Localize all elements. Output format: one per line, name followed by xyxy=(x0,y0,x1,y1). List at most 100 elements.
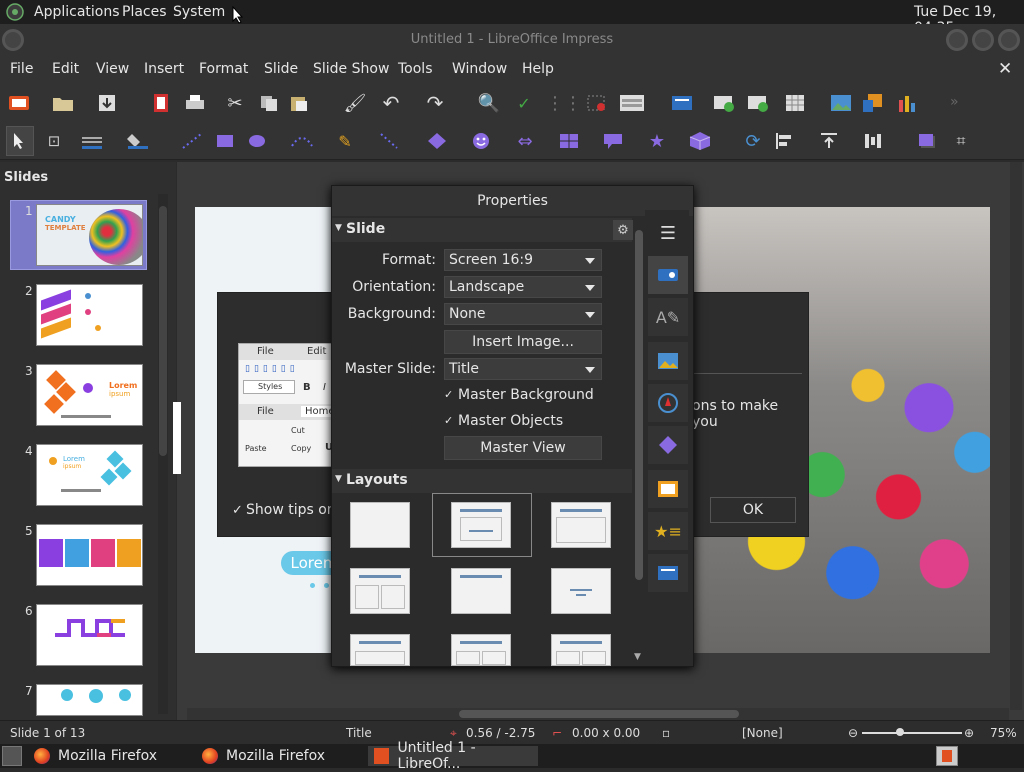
show-desktop-icon[interactable] xyxy=(2,746,22,766)
rectangle-icon[interactable] xyxy=(214,131,236,151)
menu-view[interactable]: View xyxy=(96,61,129,77)
layout-blank[interactable] xyxy=(350,502,410,548)
slide-layout-name[interactable]: Title xyxy=(346,726,372,740)
export-pdf-icon[interactable] xyxy=(150,93,172,113)
taskbar-item-impress-active[interactable]: Untitled 1 - LibreOf... xyxy=(368,740,538,772)
ellipse-icon[interactable] xyxy=(246,131,268,151)
slide-thumbnail[interactable] xyxy=(36,684,143,716)
fill-color-icon[interactable] xyxy=(126,131,152,151)
master-view-button[interactable]: Master View xyxy=(444,436,602,460)
menu-format[interactable]: Format xyxy=(199,61,248,77)
slide-section-settings-icon[interactable]: ⚙ xyxy=(613,220,633,240)
slide-thumbnail[interactable] xyxy=(36,284,143,346)
cut-icon[interactable]: ✂ xyxy=(224,92,246,114)
distro-logo-icon[interactable] xyxy=(5,2,25,22)
taskbar-item-firefox-1[interactable]: Mozilla Firefox xyxy=(34,746,194,766)
media-icon[interactable] xyxy=(862,93,884,113)
arrange-icon[interactable] xyxy=(818,131,840,151)
rotate-icon[interactable]: ⟳ xyxy=(742,131,764,152)
slide-thumbnail[interactable] xyxy=(36,524,143,586)
master-objects-label[interactable]: Master Objects xyxy=(458,413,563,429)
applications-menu[interactable]: Applications xyxy=(34,4,120,20)
slide-thumbnail[interactable]: Lorem ipsum xyxy=(36,444,143,506)
clone-formatting-icon[interactable]: 🖌 xyxy=(344,93,367,114)
curve-icon[interactable] xyxy=(290,131,314,151)
slide-thumbnail[interactable]: CANDY TEMPLATE xyxy=(36,204,143,266)
close-window-button[interactable] xyxy=(998,29,1020,51)
freeform-pen-icon[interactable]: ✎ xyxy=(334,131,356,151)
flowchart-icon[interactable] xyxy=(558,131,580,151)
layout-title-only[interactable] xyxy=(551,502,611,548)
slide-thumbnail[interactable]: Lorem ipsum xyxy=(36,364,143,426)
sidebar-shapes-icon[interactable] xyxy=(648,426,688,464)
chart-icon[interactable] xyxy=(896,93,918,113)
menu-slide[interactable]: Slide xyxy=(264,61,298,77)
print-icon[interactable] xyxy=(184,93,206,113)
vertical-scrollbar[interactable] xyxy=(1010,162,1022,710)
pane-collapse-handle[interactable] xyxy=(173,402,181,474)
start-from-current-slide-icon[interactable] xyxy=(746,93,770,113)
menu-edit[interactable]: Edit xyxy=(52,61,79,77)
zoom-level[interactable]: 75% xyxy=(990,726,1017,740)
line-icon[interactable] xyxy=(180,131,204,151)
places-menu[interactable]: Places xyxy=(122,4,167,20)
align-objects-icon[interactable] xyxy=(774,131,796,151)
basic-shapes-diamond-icon[interactable] xyxy=(426,131,448,151)
menu-file[interactable]: File xyxy=(10,61,33,77)
layouts-section-header[interactable]: ▼ Layouts xyxy=(332,469,632,493)
horizontal-scrollbar[interactable] xyxy=(187,708,1009,720)
select-arrow-icon[interactable] xyxy=(6,126,34,156)
3d-objects-icon[interactable] xyxy=(688,131,712,151)
sidebar-navigator-icon[interactable] xyxy=(648,384,688,422)
layout-title-content-4[interactable] xyxy=(551,634,611,666)
table-icon[interactable] xyxy=(784,93,806,113)
sidebar-master-slides-icon[interactable] xyxy=(648,554,688,592)
spellcheck-icon[interactable]: ✓ xyxy=(512,93,536,113)
insert-image-button[interactable]: Insert Image... xyxy=(444,330,602,354)
show-tips-checkbox[interactable]: ✓ xyxy=(232,503,243,518)
connector-icon[interactable] xyxy=(378,131,400,151)
workspace-switcher-icon[interactable] xyxy=(936,746,958,766)
image-icon[interactable] xyxy=(830,93,852,113)
callout-shapes-icon[interactable] xyxy=(602,131,624,151)
zoom-pan-icon[interactable]: ⊡ xyxy=(44,131,64,151)
slides-scrollbar[interactable] xyxy=(158,194,168,714)
system-menu[interactable]: System xyxy=(173,4,225,20)
master-slide-dropdown[interactable]: Title xyxy=(444,358,602,380)
open-folder-icon[interactable] xyxy=(52,93,74,113)
master-background-checkbox[interactable]: ✓ xyxy=(444,388,453,401)
master-background-label[interactable]: Master Background xyxy=(458,387,594,403)
start-from-first-slide-icon[interactable] xyxy=(712,93,736,113)
shadow-icon[interactable] xyxy=(916,131,938,151)
menu-help[interactable]: Help xyxy=(522,61,554,77)
properties-scrollbar[interactable]: ▼ xyxy=(633,218,645,666)
menu-slide-show[interactable]: Slide Show xyxy=(313,61,389,77)
sidebar-animation-icon[interactable]: ★≡ xyxy=(648,512,688,550)
symbol-shapes-smiley-icon[interactable] xyxy=(470,131,492,151)
maximize-button[interactable] xyxy=(972,29,994,51)
block-arrows-icon[interactable]: ⇔ xyxy=(514,131,536,152)
helplines-icon[interactable] xyxy=(586,93,608,113)
language-status[interactable]: [None] xyxy=(742,726,783,740)
menu-window[interactable]: Window xyxy=(452,61,507,77)
layout-title-content[interactable] xyxy=(451,502,511,548)
properties-titlebar[interactable]: Properties xyxy=(332,186,693,216)
layout-centered-text[interactable] xyxy=(551,568,611,614)
line-color-icon[interactable] xyxy=(80,131,106,151)
document-modified-icon[interactable]: ▫ xyxy=(662,726,670,740)
redo-icon[interactable]: ↷ xyxy=(424,91,446,115)
sidebar-properties-icon[interactable] xyxy=(648,256,688,294)
sidebar-menu-icon[interactable]: ☰ xyxy=(648,214,688,252)
copy-icon[interactable] xyxy=(258,93,280,113)
close-document-icon[interactable]: ✕ xyxy=(998,59,1012,79)
background-dropdown[interactable]: None xyxy=(444,303,602,325)
zoom-in-icon[interactable]: ⊕ xyxy=(964,726,974,740)
toolbar-overflow-icon[interactable]: » xyxy=(950,94,959,110)
layout-title-content-3[interactable] xyxy=(451,634,511,666)
display-views-icon[interactable] xyxy=(618,93,646,113)
stars-icon[interactable]: ★ xyxy=(646,131,668,152)
format-dropdown[interactable]: Screen 16:9 xyxy=(444,249,602,271)
taskbar-item-firefox-2[interactable]: Mozilla Firefox xyxy=(202,746,362,766)
ok-button[interactable]: OK xyxy=(710,497,796,523)
menu-tools[interactable]: Tools xyxy=(398,61,433,77)
